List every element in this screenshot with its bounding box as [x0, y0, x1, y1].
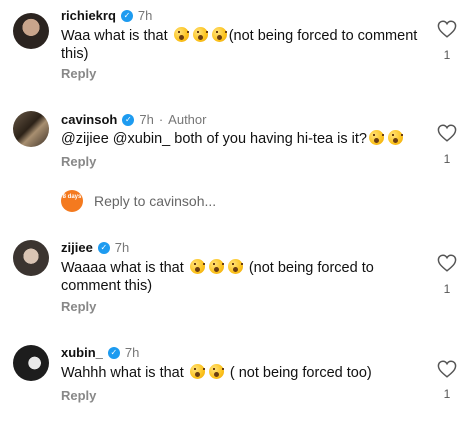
username[interactable]: cavinsoh — [61, 112, 117, 128]
astonished-emoji-icon — [208, 364, 224, 379]
timestamp: 7h — [124, 345, 140, 360]
astonished-emoji-icon — [208, 259, 224, 274]
astonished-emoji-icon — [189, 259, 205, 274]
comment-text: Wahhh what is that ( not being forced to… — [61, 364, 421, 382]
comment-header: xubin_ ✓ 7h — [61, 345, 139, 361]
username[interactable]: zijiee — [61, 240, 93, 256]
username[interactable]: xubin_ — [61, 345, 103, 361]
like-count: 1 — [443, 387, 451, 401]
heart-icon[interactable] — [437, 20, 457, 38]
avatar[interactable] — [13, 13, 49, 49]
verified-badge-icon: ✓ — [107, 347, 120, 359]
timestamp: 7h — [139, 112, 154, 127]
comment-text-main: @zijiee @xubin_ both of you having hi-te… — [61, 131, 367, 147]
astonished-emoji-icon — [368, 130, 384, 145]
comment-text: Waaaa what is that (not being forced to … — [61, 259, 421, 295]
separator: · — [158, 112, 164, 127]
comment-header: cavinsoh ✓ 7h · Author — [61, 112, 206, 128]
reply-button[interactable]: Reply — [61, 299, 96, 314]
comment-text-main: Wahhh what is that — [61, 365, 184, 381]
reply-button[interactable]: Reply — [61, 154, 96, 169]
like-count: 1 — [443, 282, 451, 296]
like-count: 1 — [443, 48, 451, 62]
avatar[interactable] — [13, 240, 49, 276]
username[interactable]: richiekrq — [61, 8, 116, 24]
timestamp: 7h — [114, 240, 130, 255]
verified-badge-icon: ✓ — [122, 114, 135, 126]
comment-text: Waa what is that (not being forced to co… — [61, 27, 421, 63]
astonished-emoji-icon — [227, 259, 243, 274]
author-tag: Author — [168, 112, 207, 127]
astonished-emoji-icon — [189, 364, 205, 379]
reply-button[interactable]: Reply — [61, 388, 96, 403]
current-user-avatar: 8 days — [61, 190, 83, 212]
avatar[interactable] — [13, 111, 49, 147]
astonished-emoji-icon — [173, 27, 189, 42]
heart-icon[interactable] — [437, 124, 457, 142]
heart-icon[interactable] — [437, 360, 457, 378]
reply-button[interactable]: Reply — [61, 66, 96, 81]
timestamp: 7h — [137, 8, 153, 23]
comment-text-main: Waa what is that — [61, 28, 168, 44]
heart-icon[interactable] — [437, 254, 457, 272]
verified-badge-icon: ✓ — [120, 10, 133, 22]
like-count: 1 — [443, 152, 451, 166]
comment-text-main: Waaaa what is that — [61, 260, 184, 276]
astonished-emoji-icon — [387, 130, 403, 145]
comment-text: @zijiee @xubin_ both of you having hi-te… — [61, 130, 421, 148]
comment-header: zijiee ✓ 7h — [61, 240, 129, 256]
reply-input-row[interactable]: 8 days Reply to cavinsoh... — [61, 190, 216, 212]
verified-badge-icon: ✓ — [97, 242, 110, 254]
astonished-emoji-icon — [211, 27, 227, 42]
astonished-emoji-icon — [192, 27, 208, 42]
avatar[interactable] — [13, 345, 49, 381]
comment-header: richiekrq ✓ 7h — [61, 8, 152, 24]
comment-text-tail: ( not being forced too) — [229, 365, 372, 381]
reply-input[interactable]: Reply to cavinsoh... — [94, 193, 216, 209]
